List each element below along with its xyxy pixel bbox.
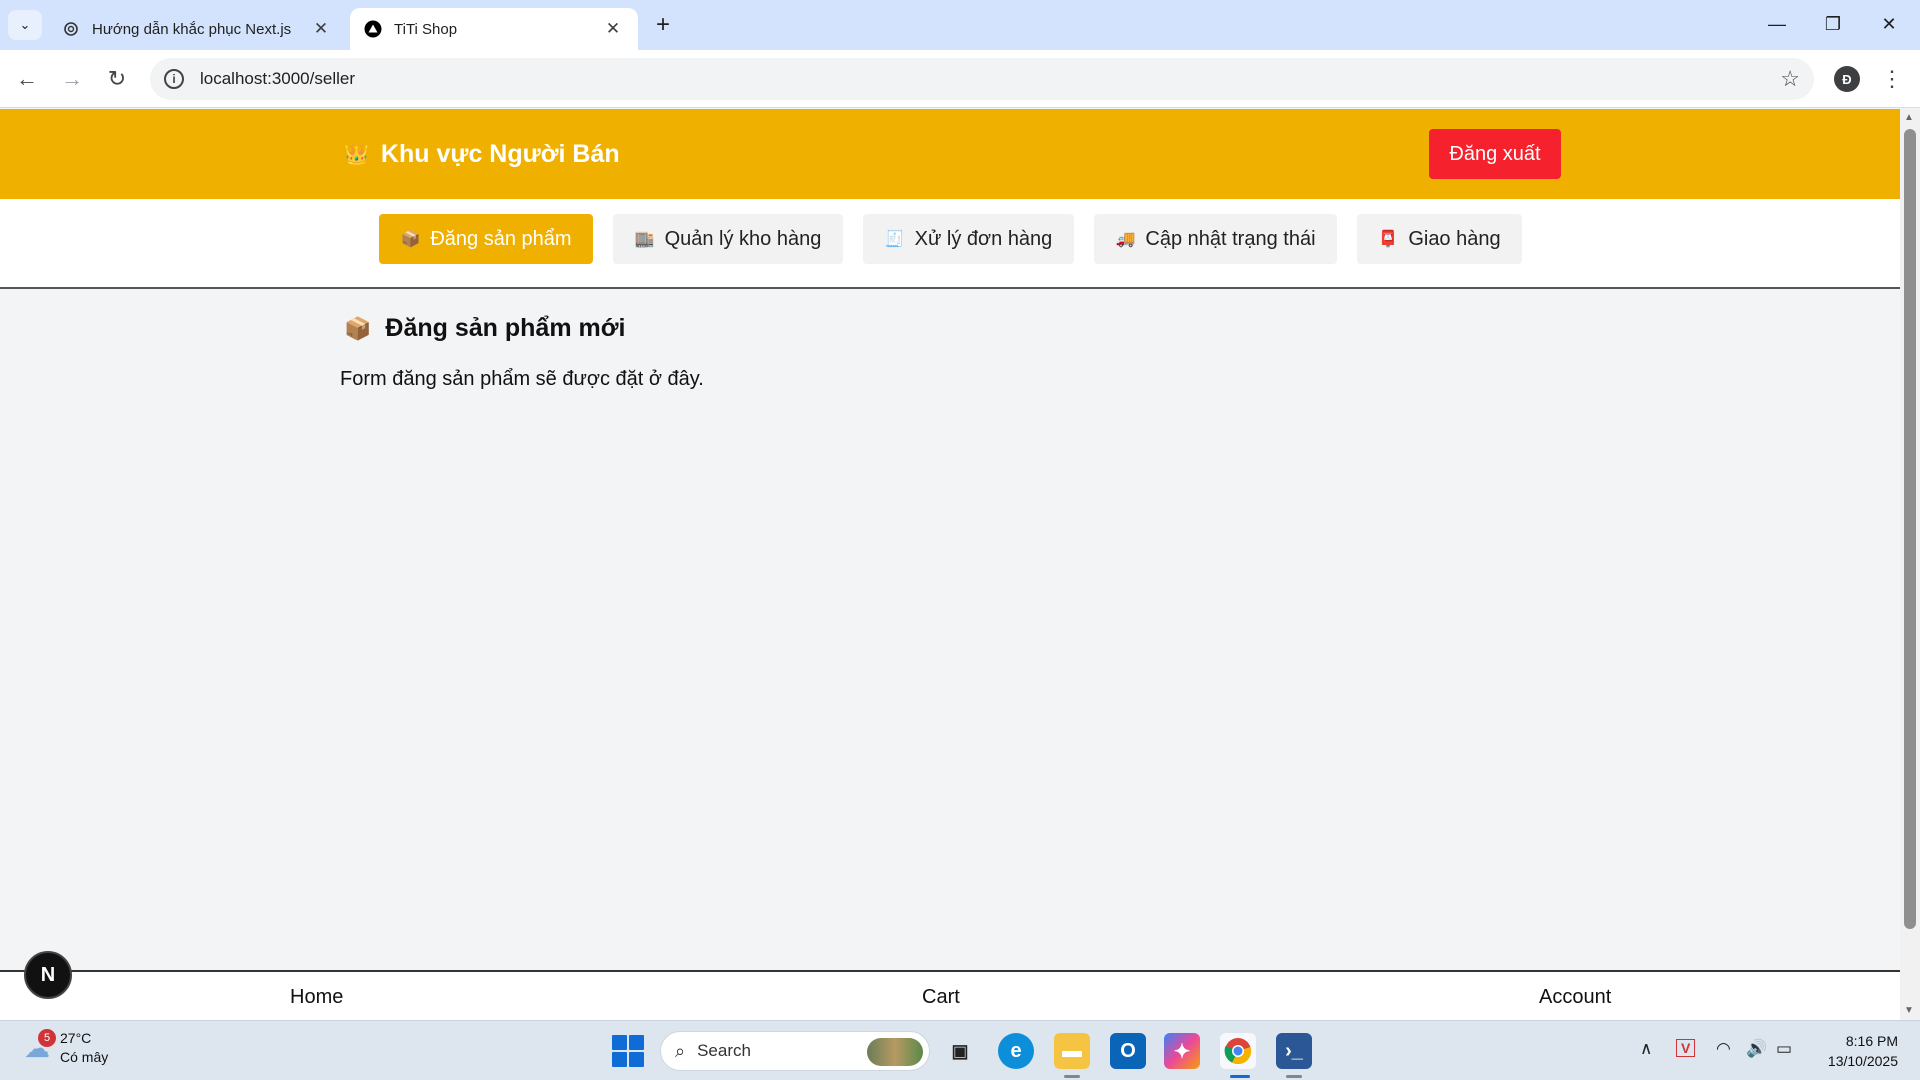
- page-scrollbar[interactable]: ▲ ▼: [1900, 109, 1920, 1019]
- close-tab-icon[interactable]: ✕: [602, 19, 624, 39]
- task-view-icon[interactable]: ▣: [942, 1033, 978, 1069]
- restore-icon[interactable]: ❐: [1806, 6, 1860, 42]
- tab-cap-nhat-trang-thai[interactable]: 🚚 Cập nhật trạng thái: [1094, 214, 1337, 264]
- taskbar-search[interactable]: ⌕ Search: [660, 1031, 930, 1071]
- tab-label: Đăng sản phẩm: [430, 227, 572, 250]
- clock-time: 8:16 PM: [1845, 1033, 1898, 1049]
- cloud-icon: ☁ 5: [24, 1028, 56, 1064]
- footer-link-account[interactable]: Account: [1539, 986, 1611, 1009]
- tab-dang-san-pham[interactable]: 📦 Đăng sản phẩm: [379, 214, 593, 264]
- notification-badge: 5: [38, 1028, 56, 1047]
- tab-label: Xử lý đơn hàng: [914, 227, 1053, 250]
- tab-quan-ly-kho-hang[interactable]: 🏬 Quản lý kho hàng: [613, 214, 843, 264]
- browser-tab-inactive[interactable]: Hướng dẫn khắc phục Next.js ✕: [48, 8, 346, 50]
- nextjs-dev-indicator[interactable]: N: [24, 951, 72, 999]
- weather-widget[interactable]: ☁ 5 27°C Có mây: [24, 1028, 109, 1067]
- weather-condition: Có mây: [60, 1049, 109, 1065]
- clock-date: 13/10/2025: [1827, 1053, 1898, 1069]
- search-label: Search: [697, 1041, 751, 1060]
- chevron-up-icon[interactable]: ∧: [1640, 1039, 1652, 1059]
- tab-label: Quản lý kho hàng: [664, 227, 822, 250]
- profile-avatar[interactable]: Đ: [1834, 66, 1860, 92]
- windows-start-icon[interactable]: [612, 1035, 644, 1067]
- logout-button[interactable]: Đăng xuất: [1429, 129, 1561, 179]
- tab-label: Giao hàng: [1408, 227, 1501, 250]
- browser-tab-active[interactable]: TiTi Shop ✕: [350, 8, 638, 50]
- tab-search-button[interactable]: ⌄: [8, 10, 42, 40]
- system-clock[interactable]: 8:16 PM 13/10/2025: [1818, 1031, 1898, 1071]
- seller-header: 👑 Khu vực Người Bán Đăng xuất: [0, 109, 1900, 199]
- battery-icon[interactable]: ▭: [1776, 1039, 1792, 1059]
- bookmark-star-icon[interactable]: ☆: [1780, 66, 1800, 92]
- reload-icon[interactable]: ↻: [99, 61, 135, 97]
- package-icon: 📦: [400, 231, 421, 248]
- minimize-icon[interactable]: —: [1750, 6, 1804, 42]
- close-window-icon[interactable]: ✕: [1862, 6, 1916, 42]
- file-explorer-icon[interactable]: ▬: [1054, 1033, 1090, 1069]
- openai-icon: [62, 20, 80, 38]
- postbox-icon: 📮: [1378, 231, 1399, 248]
- browser-toolbar: ← → ↻ i localhost:3000/seller ☆ Đ ⋮: [0, 50, 1920, 108]
- nextjs-triangle-icon: [364, 20, 382, 38]
- tab-xu-ly-don-hang[interactable]: 🧾 Xử lý đơn hàng: [863, 214, 1074, 264]
- truck-icon: 🚚: [1115, 231, 1136, 248]
- url-text[interactable]: localhost:3000/seller: [200, 69, 355, 89]
- tab-title: Hướng dẫn khắc phục Next.js: [92, 20, 292, 38]
- scroll-down-icon[interactable]: ▼: [1904, 1005, 1914, 1016]
- weather-temp: 27°C: [60, 1030, 92, 1046]
- active-indicator: [1230, 1075, 1250, 1078]
- scroll-up-icon[interactable]: ▲: [1904, 112, 1914, 123]
- tab-giao-hang[interactable]: 📮 Giao hàng: [1357, 214, 1522, 264]
- edge-icon[interactable]: e: [998, 1033, 1034, 1069]
- running-indicator: [1286, 1075, 1302, 1078]
- address-bar[interactable]: i localhost:3000/seller ☆: [150, 58, 1814, 100]
- windows-taskbar: ☁ 5 27°C Có mây ⌕ Search ▣ e ▬ O ✦ ›_ ∧ …: [0, 1020, 1920, 1080]
- new-tab-icon[interactable]: +: [648, 10, 678, 40]
- bottom-nav: Home Cart Account: [0, 970, 1900, 1020]
- browser-tab-strip: ⌄ Hướng dẫn khắc phục Next.js ✕ TiTi Sho…: [0, 0, 1920, 50]
- tab-title: TiTi Shop: [394, 20, 458, 38]
- page-title: 📦 Đăng sản phẩm mới: [344, 314, 625, 343]
- footer-link-cart[interactable]: Cart: [922, 986, 960, 1009]
- site-info-icon[interactable]: i: [164, 69, 184, 89]
- tab-label: Cập nhật trạng thái: [1145, 227, 1316, 250]
- outlook-icon[interactable]: O: [1110, 1033, 1146, 1069]
- chrome-icon[interactable]: [1220, 1033, 1256, 1069]
- forward-arrow-icon[interactable]: →: [54, 61, 90, 97]
- search-icon: ⌕: [675, 1040, 686, 1061]
- back-arrow-icon[interactable]: ←: [9, 61, 45, 97]
- wifi-icon[interactable]: ◠: [1716, 1039, 1731, 1059]
- page-description: Form đăng sản phẩm sẽ được đặt ở đây.: [340, 368, 704, 390]
- close-tab-icon[interactable]: ✕: [310, 19, 332, 39]
- running-indicator: [1064, 1075, 1080, 1078]
- page-brand: 👑 Khu vực Người Bán: [344, 140, 620, 169]
- vietkey-icon[interactable]: V: [1676, 1039, 1696, 1057]
- scrollbar-thumb[interactable]: [1904, 129, 1916, 929]
- powershell-icon[interactable]: ›_: [1276, 1033, 1312, 1069]
- receipt-icon: 🧾: [884, 231, 905, 248]
- search-highlight-image: [867, 1038, 923, 1066]
- browser-menu-icon[interactable]: ⋮: [1880, 64, 1904, 94]
- crown-icon: 👑: [344, 144, 369, 166]
- package-icon: 📦: [344, 315, 372, 341]
- store-icon: 🏬: [634, 231, 655, 248]
- brand-title: Khu vực Người Bán: [380, 140, 620, 168]
- volume-icon[interactable]: 🔊: [1746, 1039, 1767, 1059]
- page-title-text: Đăng sản phẩm mới: [385, 314, 626, 342]
- copilot-icon[interactable]: ✦: [1164, 1033, 1200, 1069]
- footer-link-home[interactable]: Home: [290, 986, 343, 1009]
